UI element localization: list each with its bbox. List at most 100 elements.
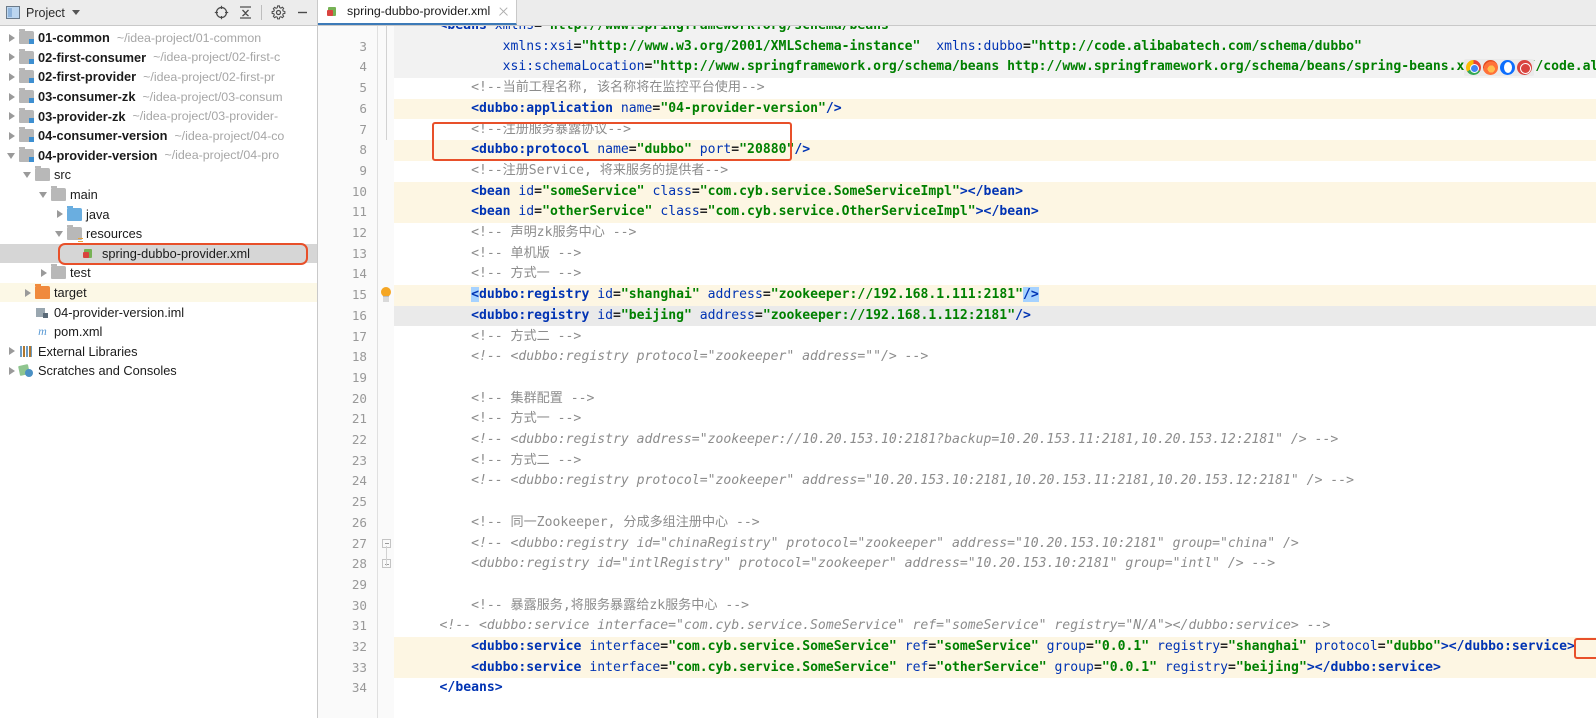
- code-token: <dubbo:service: [471, 659, 582, 675]
- code-line[interactable]: <!-- 方式二 -->: [394, 327, 1596, 348]
- module-folder-icon: [19, 107, 34, 123]
- code-line[interactable]: <bean id="otherService" class="com.cyb.s…: [394, 202, 1596, 223]
- code-line[interactable]: <!--注册服务暴露协议-->: [394, 120, 1596, 141]
- tree-item-external-libraries[interactable]: External Libraries: [0, 342, 317, 362]
- tree-item-pom-xml[interactable]: m pom.xml: [0, 322, 317, 342]
- code-line[interactable]: <!-- <dubbo:service interface="com.cyb.s…: [394, 616, 1596, 637]
- locate-icon[interactable]: [210, 3, 232, 23]
- code-line[interactable]: <!--注册Service, 将来服务的提供者-->: [394, 161, 1596, 182]
- tree-item-01-common[interactable]: 01-common ~/idea-project/01-common: [0, 28, 317, 48]
- intention-bulb-icon[interactable]: [379, 287, 393, 303]
- code-line[interactable]: [394, 575, 1596, 596]
- code-line[interactable]: xmlns:xsi = "http://www.w3.org/2001/XMLSch…: [394, 36, 1596, 58]
- line-number: 9: [359, 162, 367, 178]
- code-line[interactable]: <!-- 暴露服务,将服务暴露给zk服务中心 -->: [394, 596, 1596, 617]
- code-token: =: [613, 287, 621, 303]
- code-line[interactable]: <!-- 声明zk服务中心 -->: [394, 223, 1596, 244]
- code-token: "http://www.springframework.org/schema/b…: [652, 59, 1596, 75]
- tree-toggle-closed-icon[interactable]: [6, 52, 17, 63]
- code-line[interactable]: </beans>: [394, 678, 1596, 699]
- chevron-down-icon[interactable]: [71, 10, 80, 15]
- code-line[interactable]: <dubbo:service interface="com.cyb.servic…: [394, 637, 1596, 658]
- code-token: "shanghai": [620, 287, 700, 303]
- tree-item-04-provider-version[interactable]: 04-provider-version ~/idea-project/04-pro: [0, 146, 317, 166]
- gear-icon[interactable]: [267, 3, 289, 23]
- tree-toggle-open-icon[interactable]: [6, 150, 17, 161]
- code-line[interactable]: <!-- <dubbo:registry address="zookeeper:…: [394, 430, 1596, 451]
- tree-item-test[interactable]: test: [0, 263, 317, 283]
- firefox-icon[interactable]: [1483, 60, 1498, 76]
- tree-toggle-closed-icon[interactable]: [6, 91, 17, 102]
- tree-item-02-first-provider[interactable]: 02-first-provider ~/idea-project/02-first…: [0, 67, 317, 87]
- code-line[interactable]: <!-- 方式二 -->: [394, 451, 1596, 472]
- code-line[interactable]: <!-- 方式一 -->: [394, 409, 1596, 430]
- code-line[interactable]: <!-- 方式一 -->: [394, 264, 1596, 285]
- code-token: protocol: [1314, 639, 1378, 654]
- tree-item-03-provider-zk[interactable]: 03-provider-zk ~/idea-project/03-provider…: [0, 106, 317, 126]
- tree-item-label: Scratches and Consoles: [38, 363, 177, 379]
- open-in-browser-icons[interactable]: [1464, 59, 1534, 77]
- tree-toggle-closed-icon[interactable]: [6, 71, 17, 82]
- tree-toggle-closed-icon[interactable]: [6, 130, 17, 141]
- code-line[interactable]: <dubbo:service interface="com.cyb.servic…: [394, 657, 1596, 679]
- tree-toggle-closed-icon[interactable]: [6, 111, 17, 122]
- tree-item-java[interactable]: java: [0, 204, 317, 224]
- tree-item-04-consumer-version[interactable]: 04-consumer-version ~/idea-project/04-co: [0, 126, 317, 146]
- code-line[interactable]: xsi:schemaLocation="http://www.springfra…: [394, 57, 1596, 79]
- code-line[interactable]: <dubbo:protocol name="dubbo" port="20880…: [394, 140, 1596, 161]
- line-number-gutter[interactable]: 3 4 5 6 7 8 9 10 11 12 13 14 15 16 17 18 19 20 21 22 23 24 25 2…: [318, 26, 378, 718]
- code-line[interactable]: <dubbo:registry id="beijing" address="zo…: [394, 305, 1596, 327]
- collapse-all-icon[interactable]: [234, 3, 256, 23]
- code-line[interactable]: [394, 368, 1596, 389]
- code-line[interactable]: <!-- <dubbo:registry protocol="zookeeper…: [394, 471, 1596, 492]
- code-line[interactable]: [394, 492, 1596, 513]
- code-token: =: [1227, 659, 1236, 675]
- tree-item-02-first-consumer[interactable]: 02-first-consumer ~/idea-project/02-first…: [0, 48, 317, 68]
- tree-toggle-closed-icon[interactable]: [54, 209, 65, 220]
- code-line[interactable]: <!-- <dubbo:registry id="chinaRegistry" …: [394, 534, 1596, 555]
- tree-toggle-closed-icon[interactable]: [38, 267, 49, 278]
- code-line[interactable]: <bean id="someService" class="com.cyb.se…: [394, 181, 1596, 203]
- tab-spring-dubbo-provider-xml[interactable]: spring-dubbo-provider.xml: [318, 0, 518, 25]
- chrome-icon[interactable]: [1466, 60, 1481, 76]
- code-line[interactable]: <dubbo:registry id="shanghai" address="z…: [394, 285, 1596, 306]
- tree-toggle-open-icon[interactable]: [38, 189, 49, 200]
- code-fold-gutter[interactable]: [378, 26, 394, 718]
- code-fold-line-root: [386, 26, 387, 141]
- minimize-icon[interactable]: [291, 3, 313, 23]
- tree-item-scratches-and-consoles[interactable]: Scratches and Consoles: [0, 361, 317, 381]
- code-line[interactable]: <!-- 单机版 -->: [394, 244, 1596, 265]
- code-editor[interactable]: <beans xmlns="http://www.springframework…: [394, 26, 1596, 718]
- code-line[interactable]: <!--当前工程名称, 该名称将在监控平台使用-->: [394, 78, 1596, 99]
- tree-item-04-provider-version-iml[interactable]: 04-provider-version.iml: [0, 302, 317, 322]
- code-line[interactable]: <!-- 同一Zookeeper, 分成多组注册中心 -->: [394, 513, 1596, 534]
- code-token: address: [707, 287, 763, 303]
- code-line[interactable]: <!-- <dubbo:registry protocol="zookeeper…: [394, 347, 1596, 368]
- line-number: 32: [351, 639, 367, 654]
- tree-item-src[interactable]: src: [0, 165, 317, 185]
- project-tree[interactable]: 01-common ~/idea-project/01-common 02-firs…: [0, 26, 317, 718]
- tree-item-target[interactable]: target: [0, 282, 317, 303]
- tree-item-resources[interactable]: resources: [0, 224, 317, 244]
- tree-item-03-consumer-zk[interactable]: 03-consumer-zk ~/idea-project/03-consum: [0, 87, 317, 107]
- code-line[interactable]: <dubbo:registry id="intlRegistry" protoc…: [394, 554, 1596, 575]
- safari-icon[interactable]: [1517, 60, 1532, 76]
- code-token: interface: [589, 639, 661, 654]
- tree-item-spring-dubbo-provider-xml[interactable]: spring-dubbo-provider.xml: [0, 243, 317, 264]
- code-line[interactable]: <!-- 集群配置 -->: [394, 389, 1596, 410]
- tree-toggle-closed-icon[interactable]: [6, 365, 17, 376]
- tree-toggle-closed-icon[interactable]: [22, 287, 33, 298]
- tree-toggle-open-icon[interactable]: [22, 169, 33, 180]
- opera-icon[interactable]: [1500, 60, 1515, 76]
- tree-toggle-open-icon[interactable]: [54, 228, 65, 239]
- code-line[interactable]: <dubbo:application name="04-provider-ver…: [394, 98, 1596, 120]
- close-icon[interactable]: [498, 6, 509, 17]
- tree-item-main[interactable]: main: [0, 185, 317, 205]
- code-token: =: [660, 639, 669, 654]
- tree-toggle-closed-icon[interactable]: [6, 32, 17, 43]
- tree-toggle-closed-icon[interactable]: [6, 346, 17, 357]
